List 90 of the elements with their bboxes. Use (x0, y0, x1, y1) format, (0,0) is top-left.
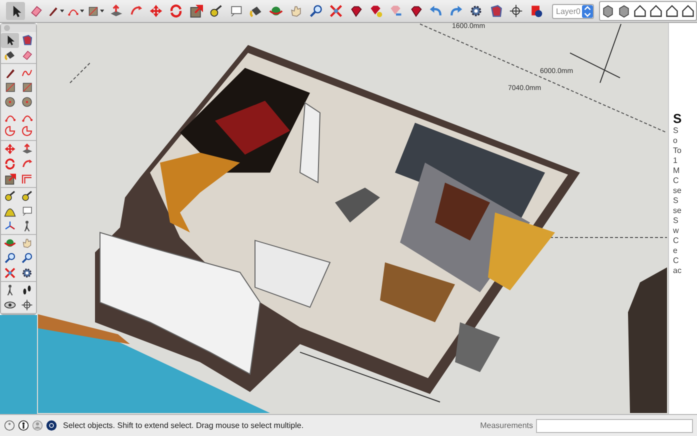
panel-text: S (673, 126, 680, 136)
move-arrows-icon (4, 143, 16, 156)
orbit-icon (4, 237, 16, 250)
push-pull-icon (108, 4, 122, 18)
help-icon[interactable] (46, 420, 57, 431)
pie-icon (4, 125, 16, 138)
text-label-icon (228, 4, 242, 18)
text-label-icon (21, 204, 34, 217)
caret-icon (60, 9, 64, 13)
tape-measure-icon (4, 190, 16, 202)
offset-icon (21, 172, 34, 185)
magnifier-icon (308, 4, 322, 18)
layer-name: Layer0 (555, 6, 582, 16)
panel-text: se (673, 206, 682, 216)
panel-text: se (673, 186, 682, 196)
panel-text: C (673, 256, 680, 266)
status-message: Select objects. Shift to extend select. Drag mouse to select multiple. (63, 421, 305, 430)
pencil-icon (4, 66, 16, 79)
hand-icon (21, 237, 34, 250)
rectangle-icon (4, 81, 16, 94)
caret-icon (100, 9, 104, 13)
scale-icon (4, 172, 16, 185)
gem-icon (408, 4, 422, 18)
panel-text: C (673, 176, 680, 186)
panel-text: To (673, 146, 682, 156)
style-button[interactable] (664, 2, 680, 20)
scale-icon (188, 4, 202, 18)
layer-dropdown[interactable]: Layer0 (552, 4, 594, 18)
cube-icon (617, 4, 631, 18)
component-box-icon (488, 4, 502, 18)
gear-icon (21, 266, 34, 279)
move-arrows-icon (148, 4, 162, 18)
rotate-arrows-icon (168, 4, 182, 18)
push-pull-icon (21, 143, 34, 156)
gem-with-arrow-icon (388, 4, 402, 18)
house-icon (665, 4, 679, 18)
zoom-extents-icon (328, 4, 342, 18)
eye-icon (4, 299, 16, 312)
magnifier-icon (21, 252, 34, 264)
redo-arrow-icon (448, 4, 462, 18)
eraser-icon (21, 49, 34, 62)
rectangle-icon (21, 81, 34, 94)
panel-text: S (673, 196, 680, 206)
crosshair-icon (508, 4, 522, 18)
paint-bucket-icon (4, 49, 16, 62)
tape-measure-icon (208, 4, 222, 18)
style-button[interactable] (648, 2, 664, 20)
caret-icon (80, 9, 84, 13)
paint-bucket-icon (248, 4, 262, 18)
panel-text: e (673, 246, 678, 256)
rotate-arrows-icon (4, 158, 16, 170)
pie-icon (21, 125, 34, 138)
house-icon (649, 4, 663, 18)
magnifier-icon (4, 252, 16, 264)
undo-arrow-icon (428, 4, 442, 18)
extension-icon (528, 4, 542, 18)
tape-measure-icon (21, 190, 34, 202)
component-box-icon (21, 34, 34, 46)
crosshair-icon (21, 299, 34, 312)
gem-with-badge-icon (368, 4, 382, 18)
hand-icon (288, 4, 302, 18)
footprints-icon (21, 284, 34, 296)
gem-icon (348, 4, 362, 18)
circle-icon (4, 96, 16, 108)
panel-title: S (673, 111, 683, 126)
panel-text: ac (673, 266, 682, 276)
curved-arrow-icon (21, 158, 34, 170)
panel-text: w (673, 226, 680, 236)
style-button[interactable] (680, 2, 696, 20)
panel-text: S (673, 216, 680, 226)
dropdown-arrows-icon (582, 4, 593, 18)
circle-icon (21, 96, 34, 108)
measurements-field[interactable] (536, 418, 693, 432)
cube-icon (601, 4, 615, 18)
rectangle-icon (87, 4, 99, 18)
measurements-label: Measurements (480, 421, 533, 430)
eraser-icon (28, 4, 42, 18)
panel-text: C (673, 236, 680, 246)
house-icon (633, 4, 647, 18)
tool-button[interactable] (1, 33, 18, 48)
axes-icon (4, 220, 16, 232)
style-button[interactable] (632, 2, 648, 20)
gear-icon (468, 4, 482, 18)
panel-text: M (673, 166, 681, 176)
panel-text: o (673, 136, 678, 146)
toolbar-button[interactable] (6, 2, 25, 20)
orbit-icon (268, 4, 282, 18)
panel-text: 1 (673, 156, 678, 166)
zoom-extents-icon (4, 266, 16, 279)
person-icon[interactable] (18, 420, 29, 431)
